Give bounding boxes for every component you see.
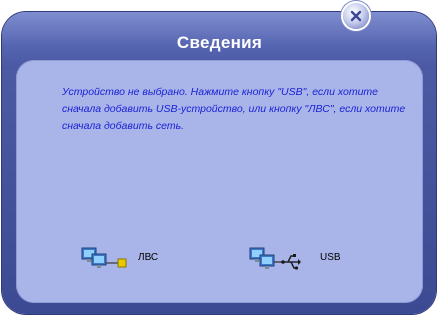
close-button[interactable]	[343, 3, 369, 29]
lan-button[interactable]: ЛВС	[80, 244, 170, 274]
network-computers-icon	[81, 247, 127, 268]
dialog-title: Сведения	[176, 33, 263, 52]
usb-button[interactable]: USB	[248, 244, 348, 274]
lan-label: ЛВС	[138, 252, 159, 263]
close-icon	[350, 10, 362, 22]
usb-computers-icon	[249, 247, 301, 270]
dialog-message: Устройство не выбрано. Нажмите кнопку "U…	[62, 86, 406, 132]
usb-label: USB	[320, 252, 341, 263]
